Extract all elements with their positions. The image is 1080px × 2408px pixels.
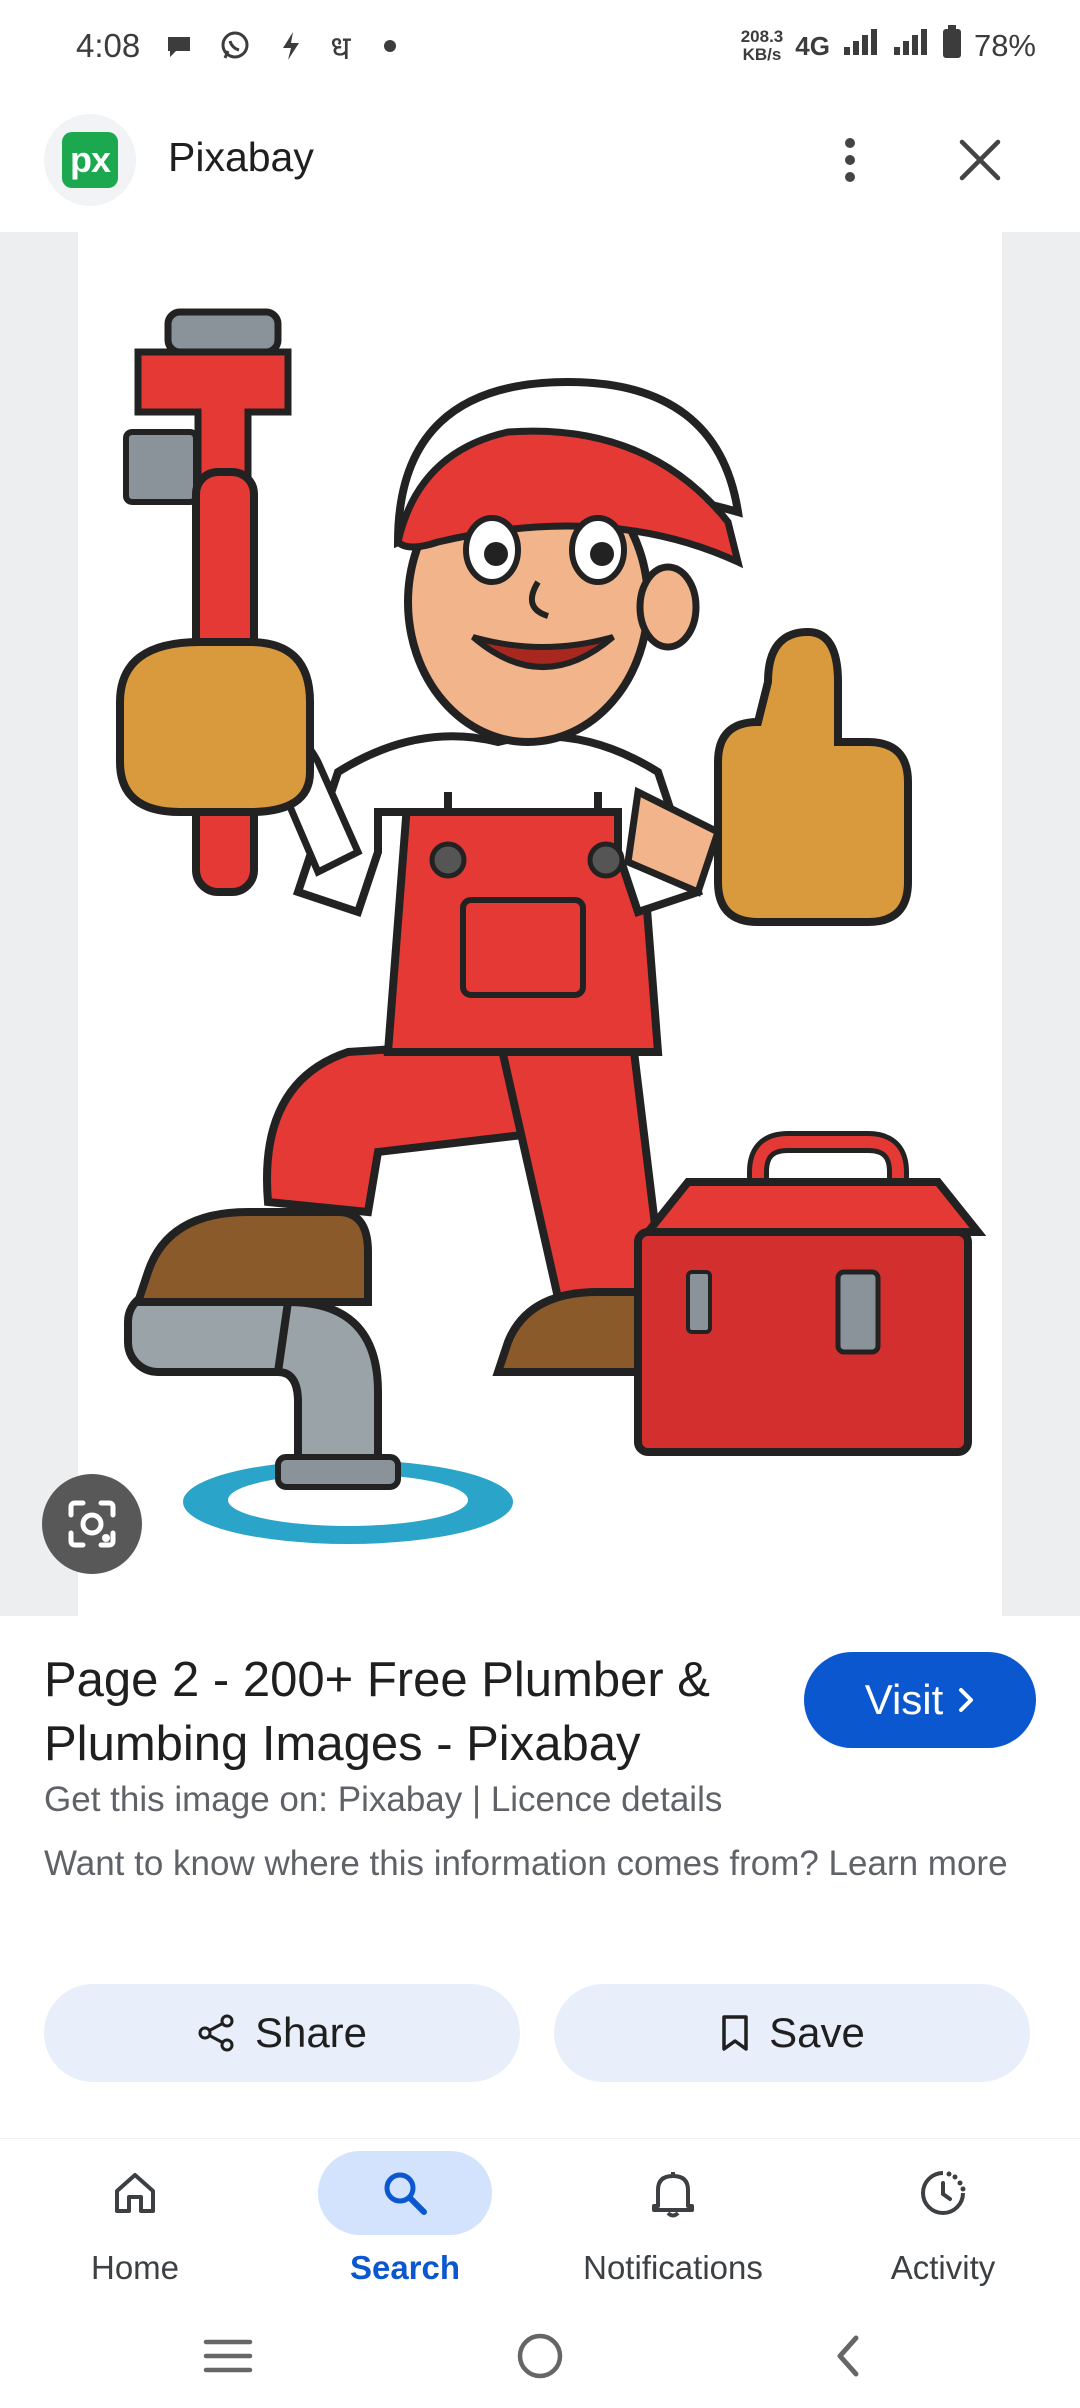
chevron-right-icon <box>959 1688 974 1712</box>
recent-apps-button[interactable] <box>188 2326 268 2386</box>
pixabay-logo-icon: px <box>62 132 118 188</box>
circle-home-icon <box>517 2333 563 2379</box>
bell-icon <box>652 2172 694 2218</box>
more-options-button[interactable] <box>820 130 880 190</box>
share-icon <box>198 2014 234 2052</box>
save-button[interactable]: Save <box>554 1984 1030 2082</box>
image-preview-area <box>0 232 1080 1616</box>
visit-label: Visit <box>864 1676 944 1723</box>
image-source[interactable]: Get this image on: Pixabay | Licence det… <box>44 1780 722 1820</box>
battery-level: 78% <box>973 28 1036 63</box>
nav-notifications-label: Notifications <box>583 2249 763 2286</box>
whatsapp-icon <box>218 29 252 63</box>
lens-icon <box>68 1500 116 1548</box>
plumber-illustration[interactable] <box>78 232 1002 1616</box>
info-note[interactable]: Want to know where this information come… <box>44 1838 1034 1890</box>
nav-home-label: Home <box>90 2249 180 2286</box>
nav-activity-icon-wrap <box>856 2151 1030 2235</box>
share-label: Share <box>254 2009 368 2056</box>
system-navigation-bar <box>0 2306 1080 2408</box>
speed-unit: KB/s <box>742 45 782 64</box>
home-system-button[interactable] <box>500 2326 580 2386</box>
nav-notifications-icon-wrap <box>586 2151 760 2235</box>
google-lens-button[interactable] <box>42 1474 142 1574</box>
status-right: 208.3 KB/s 4G 78% <box>741 25 1036 67</box>
status-bar: 4:08 ध 208.3 KB/s 4G 78% <box>0 0 1080 92</box>
visit-button[interactable]: Visit <box>804 1652 1036 1748</box>
nav-search-label: Search <box>349 2249 461 2286</box>
network-type: 4G <box>795 30 830 61</box>
battery-icon <box>942 25 962 67</box>
activity-icon <box>921 2171 966 2215</box>
search-icon <box>384 2172 427 2215</box>
site-logo[interactable]: px <box>44 114 136 206</box>
network-speed: 208.3 KB/s <box>741 28 784 64</box>
nav-notifications[interactable]: Notifications <box>558 2151 788 2297</box>
chat-bubble-icon <box>162 29 196 63</box>
bottom-navigation: Home Search Notifications Activity <box>0 2138 1080 2298</box>
home-icon <box>115 2173 155 2213</box>
save-label: Save <box>769 2009 865 2056</box>
bolt-icon <box>274 29 308 63</box>
status-time: 4:08 <box>76 27 141 64</box>
close-icon <box>959 139 1001 181</box>
back-chevron-icon <box>837 2335 859 2377</box>
nav-home[interactable]: Home <box>20 2151 250 2297</box>
nav-activity-label: Activity <box>890 2249 996 2286</box>
close-button[interactable] <box>950 130 1010 190</box>
back-system-button[interactable] <box>808 2326 888 2386</box>
nav-search[interactable]: Search <box>290 2151 520 2297</box>
speed-value: 208.3 <box>740 27 784 46</box>
signal-icon-2 <box>892 27 930 65</box>
status-left: 4:08 ध <box>76 24 407 69</box>
plumber-illustration-svg <box>116 308 987 1544</box>
share-button[interactable]: Share <box>44 1984 520 2082</box>
nav-activity[interactable]: Activity <box>828 2151 1058 2297</box>
viewer-header: px Pixabay <box>0 110 1080 210</box>
bookmark-icon <box>722 2015 748 2051</box>
nav-home-icon-wrap <box>48 2151 222 2235</box>
signal-icon <box>842 27 880 65</box>
result-title[interactable]: Page 2 - 200+ Free Plumber & Plumbing Im… <box>44 1648 784 1776</box>
menu-icon <box>203 2339 253 2373</box>
status-extra-glyph: ध <box>330 28 351 66</box>
dot-icon <box>373 29 407 63</box>
site-name[interactable]: Pixabay <box>168 134 314 181</box>
nav-search-icon-wrap <box>318 2151 492 2235</box>
more-vert-icon <box>845 138 855 182</box>
